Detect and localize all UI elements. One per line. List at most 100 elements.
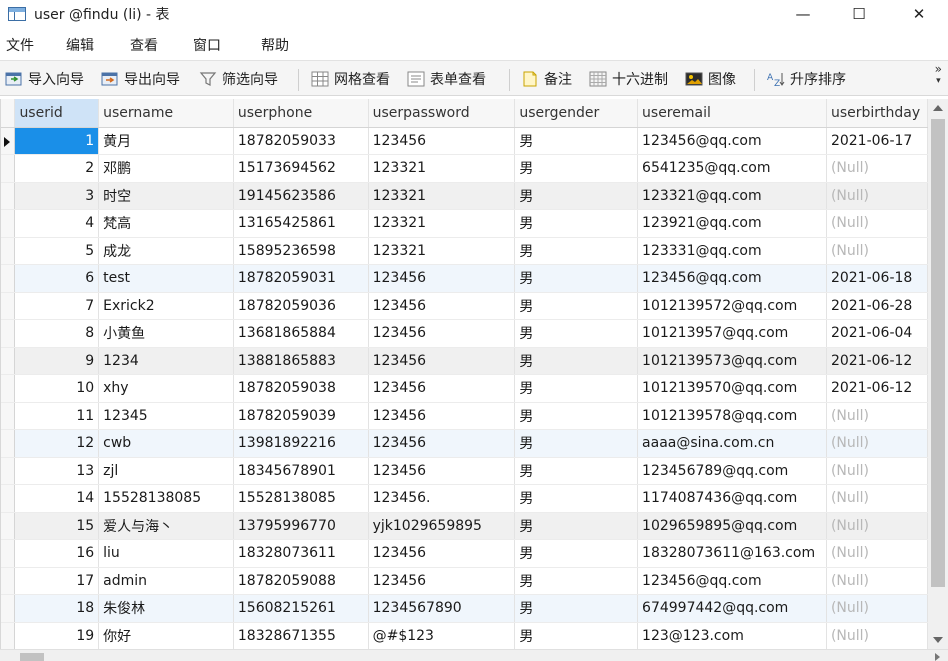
filter-wizard-button[interactable]: 筛选向导 <box>199 68 278 90</box>
cell-userbirthday[interactable]: 2021-06-04 <box>826 319 928 348</box>
cell-usergender[interactable]: 男 <box>514 374 639 403</box>
cell-username[interactable]: 成龙 <box>98 237 234 265</box>
table-row[interactable]: 19 你好 18328671355 @#$123 男 123@123.com (Null) <box>1 622 928 649</box>
scroll-right-arrow-icon[interactable] <box>935 653 940 661</box>
row-selector[interactable] <box>1 567 16 595</box>
cell-userphone[interactable]: 15608215261 <box>233 594 369 623</box>
cell-userid[interactable]: 9 <box>14 347 100 375</box>
cell-userphone[interactable]: 15528138085 <box>233 484 369 513</box>
table-row[interactable]: 15 爱人与海丶 13795996770 yjk1029659895 男 10296598… <box>1 512 928 540</box>
row-selector[interactable] <box>1 237 16 265</box>
cell-userphone[interactable]: 13165425861 <box>233 209 369 238</box>
cell-userid[interactable]: 12 <box>14 429 100 458</box>
cell-username[interactable]: 12345 <box>98 402 234 430</box>
cell-userphone[interactable]: 19145623586 <box>233 182 369 210</box>
cell-username[interactable]: cwb <box>98 429 234 458</box>
cell-usergender[interactable]: 男 <box>514 484 639 513</box>
column-header-username[interactable]: username <box>98 99 234 128</box>
cell-username[interactable]: 时空 <box>98 182 234 210</box>
column-header-userpassword[interactable]: userpassword <box>368 99 516 128</box>
cell-usergender[interactable]: 男 <box>514 319 639 348</box>
row-selector[interactable] <box>1 347 16 375</box>
table-row[interactable]: 18 朱俊林 15608215261 1234567890 男 674997442@qq.… <box>1 594 928 623</box>
cell-usergender[interactable]: 男 <box>514 429 639 458</box>
cell-userpassword[interactable]: 123321 <box>368 182 516 210</box>
table-row[interactable]: 6 test 18782059031 123456 男 123456@qq.com 2021… <box>1 264 928 293</box>
cell-userpassword[interactable]: 123456 <box>368 429 516 458</box>
cell-userbirthday[interactable]: 2021-06-28 <box>826 292 928 320</box>
row-selector[interactable] <box>1 512 16 540</box>
table-row[interactable]: 3 时空 19145623586 123321 男 123321@qq.com (Null) <box>1 182 928 210</box>
row-selector[interactable] <box>1 319 16 348</box>
cell-userbirthday[interactable]: (Null) <box>826 154 928 183</box>
table-row[interactable]: 2 邓鹏 15173694562 123321 男 6541235@qq.com (Null… <box>1 154 928 183</box>
table-row[interactable]: 9 1234 13881865883 123456 男 1012139573@qq.com… <box>1 347 928 375</box>
cell-userbirthday[interactable]: 2021-06-18 <box>826 264 928 293</box>
table-row[interactable]: 11 12345 18782059039 123456 男 1012139578@qq.c… <box>1 402 928 430</box>
cell-userphone[interactable]: 18328073611 <box>233 539 369 568</box>
cell-userbirthday[interactable]: (Null) <box>826 539 928 568</box>
toolbar-overflow[interactable]: » ▾ <box>935 63 942 87</box>
cell-usergender[interactable]: 男 <box>514 567 639 595</box>
cell-userpassword[interactable]: 123321 <box>368 209 516 238</box>
table-row[interactable]: 1 黄月 18782059033 123456 男 123456@qq.com 2021-0… <box>1 127 928 155</box>
cell-usergender[interactable]: 男 <box>514 154 639 183</box>
cell-userid[interactable]: 5 <box>14 237 100 265</box>
cell-userbirthday[interactable]: (Null) <box>826 594 928 623</box>
hex-button[interactable]: 十六进制 <box>589 68 668 90</box>
cell-useremail[interactable]: 1029659895@qq.com <box>637 512 827 540</box>
cell-username[interactable]: 小黄鱼 <box>98 319 234 348</box>
row-selector[interactable] <box>1 429 16 458</box>
cell-useremail[interactable]: 123456@qq.com <box>637 127 827 155</box>
cell-userbirthday[interactable]: 2021-06-12 <box>826 347 928 375</box>
cell-username[interactable]: 邓鹏 <box>98 154 234 183</box>
table-row[interactable]: 14 15528138085 15528138085 123456. 男 11740874… <box>1 484 928 513</box>
horizontal-scrollbar[interactable] <box>0 649 948 661</box>
cell-userphone[interactable]: 13795996770 <box>233 512 369 540</box>
cell-userpassword[interactable]: 123321 <box>368 237 516 265</box>
horizontal-scroll-thumb[interactable] <box>20 653 44 661</box>
table-row[interactable]: 12 cwb 13981892216 123456 男 aaaa@sina.com.cn(… <box>1 429 928 458</box>
row-selector[interactable] <box>1 539 16 568</box>
cell-useremail[interactable]: 123456789@qq.com <box>637 457 827 485</box>
cell-userpassword[interactable]: 123456 <box>368 347 516 375</box>
cell-userbirthday[interactable]: (Null) <box>826 429 928 458</box>
cell-username[interactable]: 你好 <box>98 622 234 649</box>
table-row[interactable]: 8 小黄鱼 13681865884 123456 男 101213957@qq.com 20… <box>1 319 928 348</box>
cell-username[interactable]: zjl <box>98 457 234 485</box>
row-selector[interactable] <box>1 154 16 183</box>
row-selector[interactable] <box>1 209 16 238</box>
cell-userpassword[interactable]: 123456 <box>368 264 516 293</box>
table-row[interactable]: 4 梵高 13165425861 123321 男 123921@qq.com (Null) <box>1 209 928 238</box>
cell-usergender[interactable]: 男 <box>514 292 639 320</box>
cell-useremail[interactable]: 123331@qq.com <box>637 237 827 265</box>
cell-userbirthday[interactable]: (Null) <box>826 567 928 595</box>
cell-username[interactable]: 朱俊林 <box>98 594 234 623</box>
column-header-userid[interactable]: userid <box>14 99 100 128</box>
cell-userphone[interactable]: 13681865884 <box>233 319 369 348</box>
cell-useremail[interactable]: 18328073611@163.com <box>637 539 827 568</box>
data-grid[interactable]: userid username userphone userpassword userg… <box>0 99 928 649</box>
cell-username[interactable]: 爱人与海丶 <box>98 512 234 540</box>
cell-userpassword[interactable]: 1234567890 <box>368 594 516 623</box>
cell-userphone[interactable]: 13981892216 <box>233 429 369 458</box>
cell-username[interactable]: liu <box>98 539 234 568</box>
cell-username[interactable]: 梵高 <box>98 209 234 238</box>
table-row[interactable]: 7 Exrick2 18782059036 123456 男 1012139572@qq.… <box>1 292 928 320</box>
cell-usergender[interactable]: 男 <box>514 402 639 430</box>
cell-userpassword[interactable]: 123456 <box>368 567 516 595</box>
column-header-useremail[interactable]: useremail <box>637 99 827 128</box>
cell-useremail[interactable]: aaaa@sina.com.cn <box>637 429 827 458</box>
menu-file[interactable]: 文件 <box>6 35 34 55</box>
menu-help[interactable]: 帮助 <box>261 35 289 55</box>
cell-userbirthday[interactable]: 2021-06-17 <box>826 127 928 155</box>
cell-userid[interactable]: 15 <box>14 512 100 540</box>
cell-userbirthday[interactable]: 2021-06-12 <box>826 374 928 403</box>
cell-usergender[interactable]: 男 <box>514 237 639 265</box>
cell-userid[interactable]: 10 <box>14 374 100 403</box>
cell-userpassword[interactable]: 123456 <box>368 457 516 485</box>
cell-userphone[interactable]: 18782059039 <box>233 402 369 430</box>
cell-usergender[interactable]: 男 <box>514 264 639 293</box>
cell-userbirthday[interactable]: (Null) <box>826 182 928 210</box>
cell-userbirthday[interactable]: (Null) <box>826 484 928 513</box>
